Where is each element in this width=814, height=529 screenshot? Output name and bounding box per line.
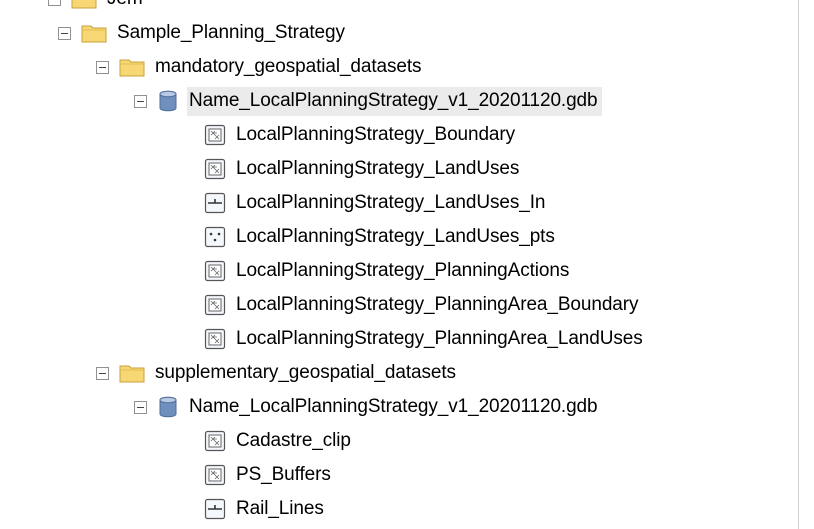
- folder-icon: [71, 0, 97, 9]
- line-feature-class-icon: [204, 498, 226, 520]
- tree-item-label: Cadastre_clip: [236, 429, 351, 451]
- tree-item-feature-class[interactable]: LocalPlanningStrategy_PlanningActions: [204, 254, 573, 288]
- polygon-feature-class-icon: [204, 158, 226, 180]
- tree-item-label: LocalPlanningStrategy_PlanningActions: [236, 259, 570, 281]
- geodatabase-icon: [157, 396, 179, 418]
- collapse-toggle[interactable]: [134, 400, 147, 414]
- tree-item-label: supplementary_geospatial_datasets: [155, 361, 456, 383]
- tree-item-feature-class[interactable]: Rail_Lines: [204, 492, 328, 526]
- folder-icon: [119, 57, 145, 77]
- polygon-feature-class-icon: [204, 328, 226, 350]
- collapse-toggle[interactable]: [96, 60, 109, 74]
- folder-icon: [81, 23, 107, 43]
- polygon-feature-class-icon: [204, 294, 226, 316]
- tree-item-feature-class[interactable]: Cadastre_clip: [204, 424, 355, 458]
- tree-item-label: LocalPlanningStrategy_PlanningArea_LandU…: [236, 327, 643, 349]
- line-feature-class-icon: [204, 192, 226, 214]
- tree-item-label: mandatory_geospatial_datasets: [155, 55, 422, 77]
- tree-item-label: Sample_Planning_Strategy: [117, 21, 345, 43]
- tree-item-feature-class[interactable]: LocalPlanningStrategy_Boundary: [204, 118, 519, 152]
- tree-item-label: Rail_Lines: [236, 497, 324, 519]
- tree-item-label: Jem: [105, 0, 147, 14]
- tree-item-label: LocalPlanningStrategy_LandUses_In: [236, 191, 546, 213]
- tree-item-feature-class[interactable]: LocalPlanningStrategy_LandUses_In: [204, 186, 549, 220]
- tree-item-label: LocalPlanningStrategy_Boundary: [236, 123, 516, 145]
- tree-item-label: Name_LocalPlanningStrategy_v1_20201120.g…: [189, 395, 598, 417]
- tree-item-feature-class[interactable]: PS_Buffers: [204, 458, 335, 492]
- tree-item-feature-class[interactable]: LocalPlanningStrategy_PlanningArea_Bound…: [204, 288, 642, 322]
- tree-item-label: LocalPlanningStrategy_PlanningArea_Bound…: [236, 293, 639, 315]
- point-feature-class-icon: [204, 226, 226, 248]
- tree-item-gdb-supplementary[interactable]: Name_LocalPlanningStrategy_v1_20201120.g…: [134, 390, 602, 424]
- collapse-toggle[interactable]: [134, 94, 147, 108]
- polygon-feature-class-icon: [204, 430, 226, 452]
- tree-item-folder-supplementary[interactable]: supplementary_geospatial_datasets: [96, 356, 460, 390]
- tree-item-gdb-mandatory[interactable]: Name_LocalPlanningStrategy_v1_20201120.g…: [134, 84, 602, 118]
- geodatabase-icon: [157, 90, 179, 112]
- tree-item-label: LocalPlanningStrategy_LandUses_pts: [236, 225, 555, 247]
- tree-item-feature-class[interactable]: LocalPlanningStrategy_LandUses: [204, 152, 523, 186]
- tree-item-label: LocalPlanningStrategy_LandUses: [236, 157, 520, 179]
- tree-item-label: Name_LocalPlanningStrategy_v1_20201120.g…: [187, 86, 602, 116]
- tree-item-label: PS_Buffers: [236, 463, 331, 485]
- tree-item-feature-class[interactable]: LocalPlanningStrategy_LandUses_pts: [204, 220, 559, 254]
- polygon-feature-class-icon: [204, 464, 226, 486]
- catalog-tree: Jem Sample_Planning_Strategy mandatory_g…: [0, 0, 799, 529]
- collapse-toggle[interactable]: [58, 26, 71, 40]
- folder-icon: [119, 363, 145, 383]
- tree-item-folder-mandatory[interactable]: mandatory_geospatial_datasets: [96, 50, 425, 84]
- tree-item-root-folder[interactable]: Sample_Planning_Strategy: [58, 16, 349, 50]
- polygon-feature-class-icon: [204, 124, 226, 146]
- tree-item-feature-class[interactable]: LocalPlanningStrategy_PlanningArea_LandU…: [204, 322, 647, 356]
- collapse-toggle[interactable]: [48, 0, 61, 6]
- tree-item-top-partial[interactable]: Jem: [48, 0, 147, 16]
- collapse-toggle[interactable]: [96, 366, 109, 380]
- polygon-feature-class-icon: [204, 260, 226, 282]
